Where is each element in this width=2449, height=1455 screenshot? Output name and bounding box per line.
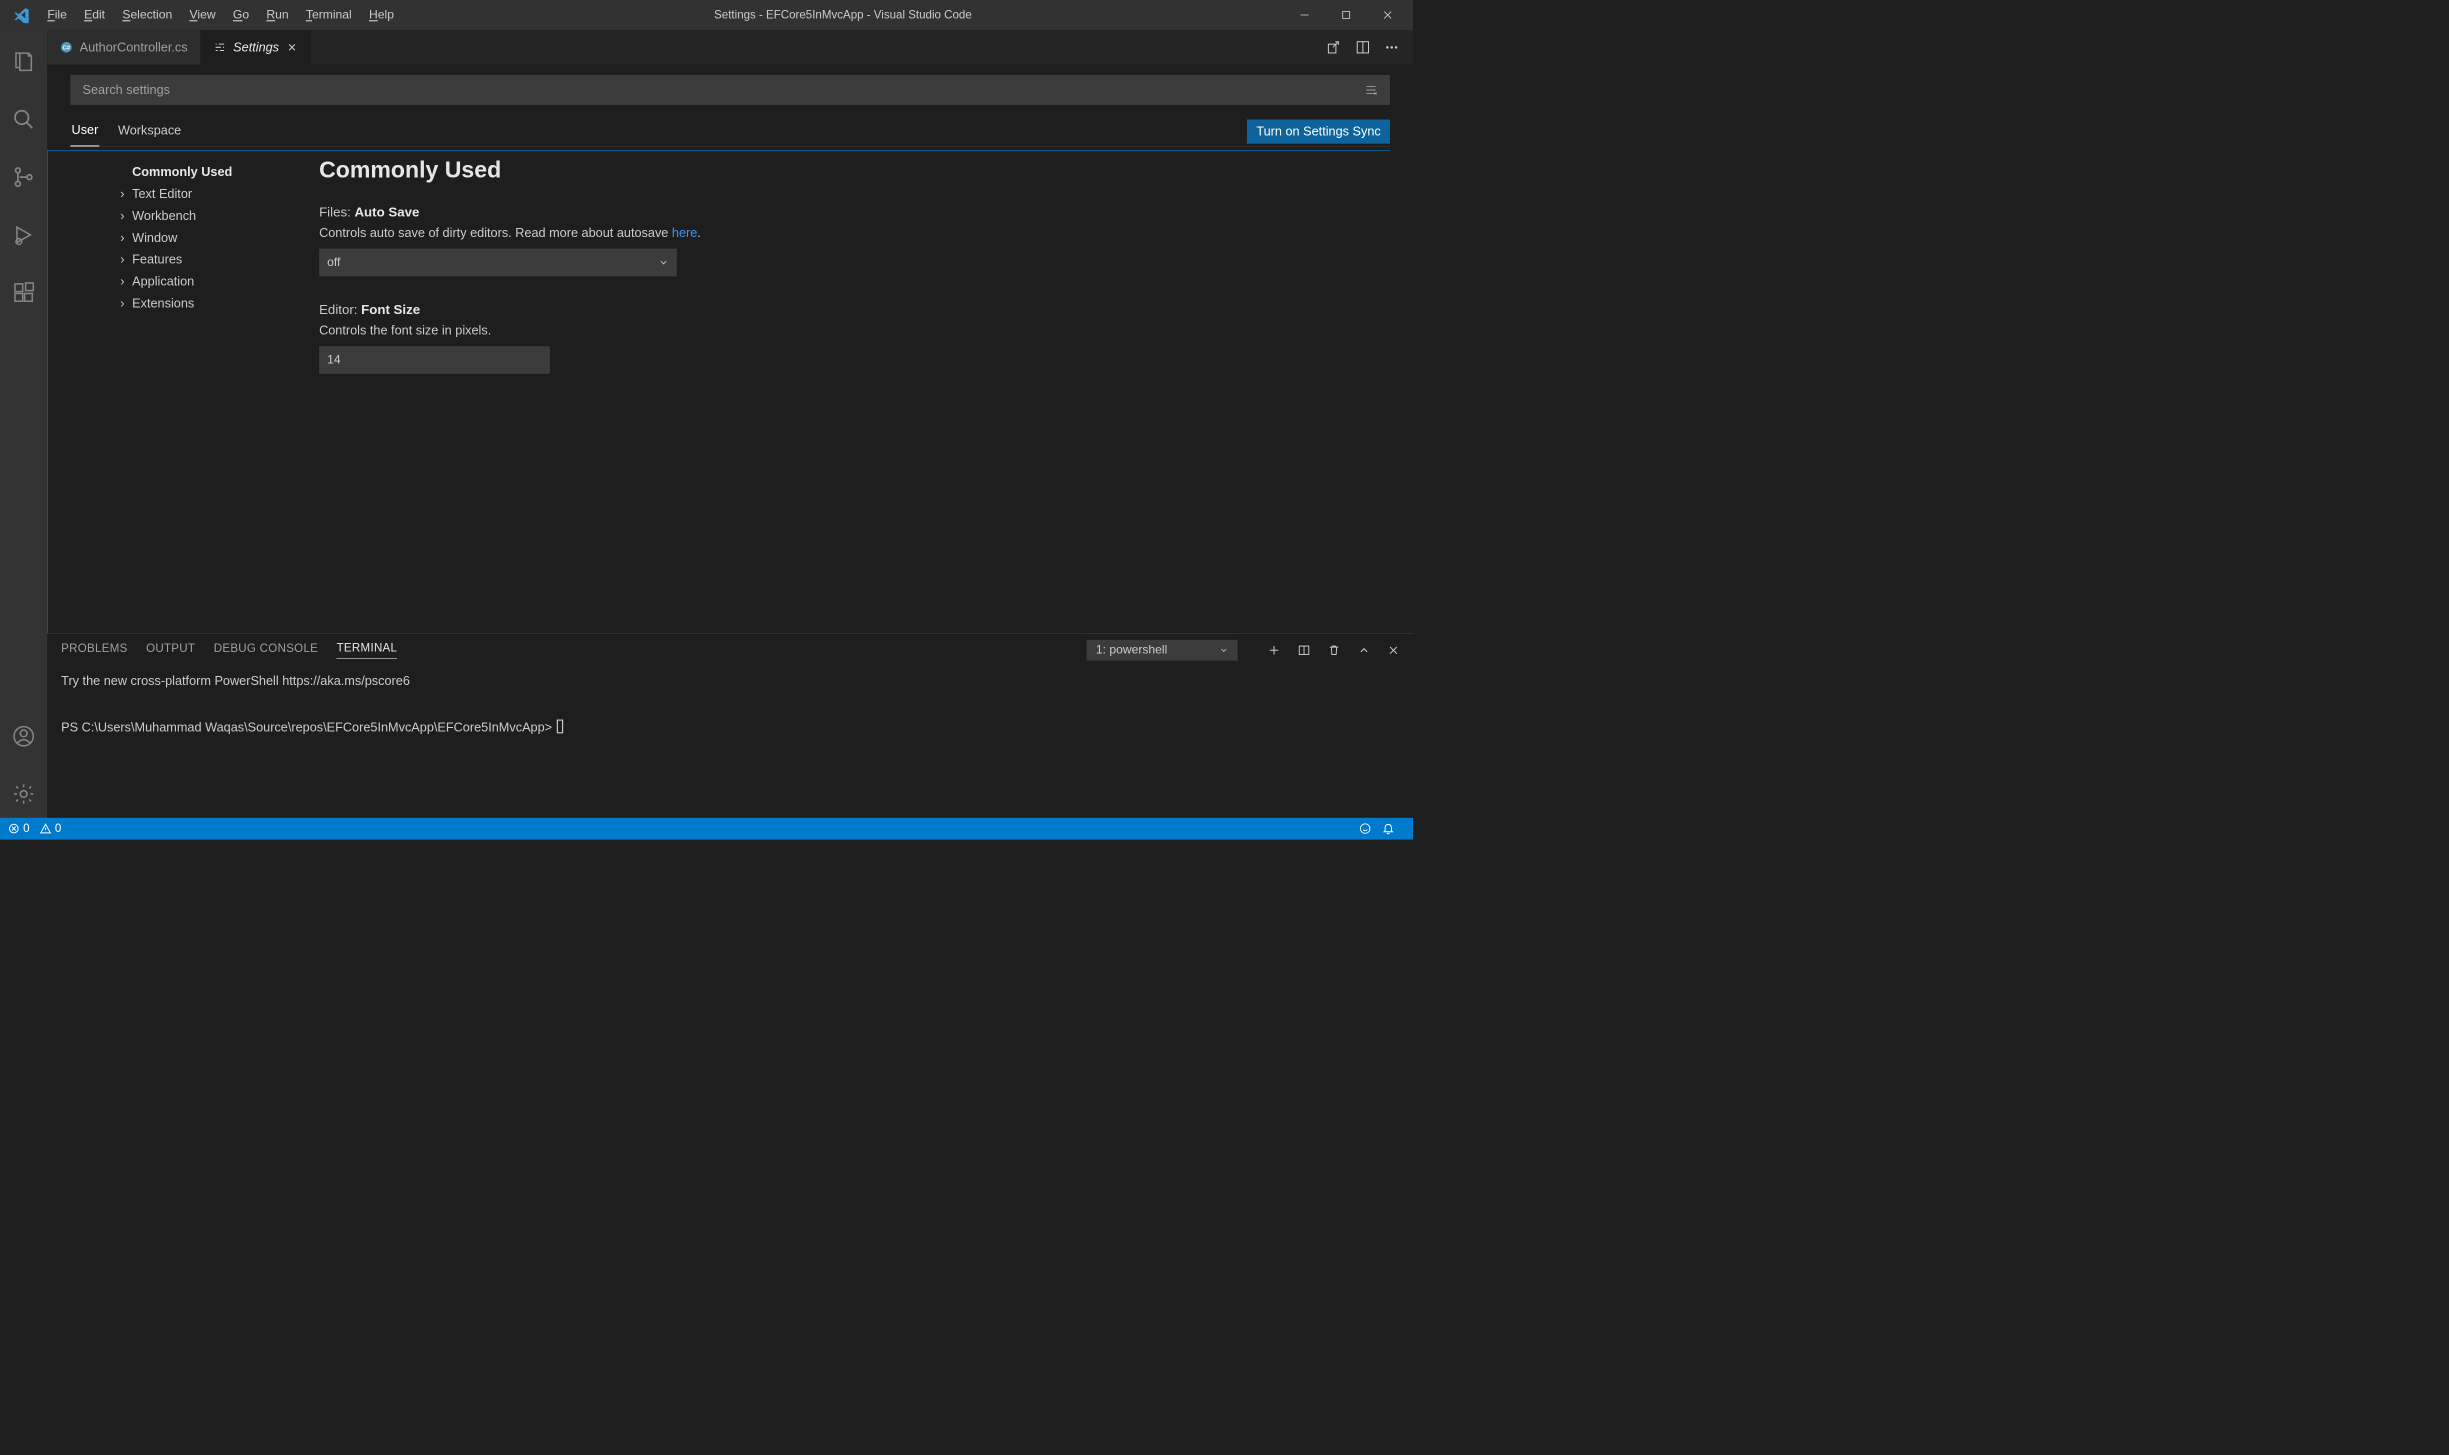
app-logo-icon bbox=[14, 7, 30, 23]
fontsize-input[interactable] bbox=[319, 346, 550, 374]
kill-terminal-icon[interactable] bbox=[1328, 644, 1341, 657]
toc-extensions[interactable]: ›Extensions bbox=[117, 293, 307, 315]
more-actions-icon[interactable] bbox=[1384, 40, 1399, 55]
setting-editor-fontsize: Editor: Font Size Controls the font size… bbox=[319, 302, 1367, 374]
chevron-right-icon: › bbox=[117, 208, 127, 223]
account-icon[interactable] bbox=[0, 713, 47, 760]
setting-label: Editor: Font Size bbox=[319, 302, 1367, 318]
csharp-file-icon: C# bbox=[60, 41, 73, 54]
open-settings-json-icon[interactable] bbox=[1327, 40, 1342, 55]
chevron-right-icon: › bbox=[117, 186, 127, 201]
settings-search[interactable] bbox=[70, 75, 1390, 105]
tab-author-controller[interactable]: C# AuthorController.cs bbox=[47, 30, 201, 65]
panel: PROBLEMS OUTPUT DEBUG CONSOLE TERMINAL 1… bbox=[47, 633, 1413, 818]
settings-search-input[interactable] bbox=[83, 83, 1365, 98]
toc-window[interactable]: ›Window bbox=[117, 227, 307, 249]
tab-label: Settings bbox=[233, 40, 279, 55]
autosave-select[interactable]: off bbox=[319, 249, 677, 277]
settings-toc: Commonly Used ›Text Editor ›Workbench ›W… bbox=[48, 151, 308, 633]
chevron-down-icon bbox=[1219, 646, 1228, 655]
autosave-help-link[interactable]: here bbox=[672, 226, 697, 240]
status-errors[interactable]: 0 bbox=[8, 822, 29, 835]
title-bar: File Edit Selection View Go Run Terminal… bbox=[0, 0, 1413, 30]
settings-editor: User Workspace Turn on Settings Sync Com… bbox=[47, 65, 1413, 633]
settings-scope-tabs: User Workspace Turn on Settings Sync bbox=[70, 117, 1390, 147]
status-warnings[interactable]: 0 bbox=[40, 822, 61, 835]
svg-text:C#: C# bbox=[63, 45, 71, 51]
menu-go[interactable]: Go bbox=[225, 5, 257, 26]
menu-terminal[interactable]: Terminal bbox=[298, 5, 360, 26]
menu-edit[interactable]: Edit bbox=[76, 5, 113, 26]
settings-gear-icon[interactable] bbox=[0, 770, 47, 817]
maximize-button[interactable] bbox=[1325, 0, 1367, 30]
chevron-right-icon: › bbox=[117, 230, 127, 245]
source-control-icon[interactable] bbox=[0, 153, 47, 200]
menu-selection[interactable]: Selection bbox=[114, 5, 180, 26]
autosave-select-value: off bbox=[327, 256, 340, 270]
chevron-right-icon: › bbox=[117, 274, 127, 289]
settings-content: Commonly Used Files: Auto Save Controls … bbox=[308, 151, 1390, 633]
toc-workbench[interactable]: ›Workbench bbox=[117, 205, 307, 227]
status-bar: 0 0 bbox=[0, 818, 1413, 840]
terminal-content[interactable]: Try the new cross-platform PowerShell ht… bbox=[47, 667, 1413, 818]
scope-workspace-tab[interactable]: Workspace bbox=[117, 117, 183, 146]
close-tab-icon[interactable] bbox=[286, 42, 298, 54]
scope-user-tab[interactable]: User bbox=[70, 117, 99, 147]
toc-text-editor[interactable]: ›Text Editor bbox=[117, 183, 307, 205]
minimize-button[interactable] bbox=[1284, 0, 1326, 30]
editor-tabs: C# AuthorController.cs Settings bbox=[47, 30, 1413, 65]
toc-features[interactable]: ›Features bbox=[117, 249, 307, 271]
close-button[interactable] bbox=[1367, 0, 1409, 30]
panel-tab-problems[interactable]: PROBLEMS bbox=[61, 642, 127, 659]
maximize-panel-icon[interactable] bbox=[1358, 644, 1371, 657]
terminal-select[interactable]: 1: powershell bbox=[1087, 640, 1238, 661]
window-title: Settings - EFCore5InMvcApp - Visual Stud… bbox=[402, 8, 1284, 21]
split-terminal-icon[interactable] bbox=[1298, 644, 1311, 657]
status-bell-icon[interactable] bbox=[1382, 822, 1395, 835]
chevron-right-icon: › bbox=[117, 252, 127, 267]
menu-view[interactable]: View bbox=[181, 5, 223, 26]
extensions-icon[interactable] bbox=[0, 269, 47, 316]
menu-file[interactable]: File bbox=[39, 5, 75, 26]
toc-commonly-used[interactable]: Commonly Used bbox=[117, 161, 307, 183]
settings-sync-button[interactable]: Turn on Settings Sync bbox=[1247, 119, 1390, 143]
tab-label: AuthorController.cs bbox=[80, 40, 188, 55]
search-icon[interactable] bbox=[0, 96, 47, 143]
terminal-cursor bbox=[557, 720, 563, 734]
tab-settings[interactable]: Settings bbox=[201, 30, 311, 65]
menu-bar: File Edit Selection View Go Run Terminal… bbox=[39, 5, 402, 26]
new-terminal-icon[interactable] bbox=[1268, 644, 1281, 657]
settings-list-icon bbox=[214, 41, 227, 54]
filter-icon[interactable] bbox=[1364, 83, 1378, 97]
editor-actions bbox=[1327, 30, 1414, 65]
status-feedback-icon[interactable] bbox=[1359, 822, 1372, 835]
chevron-right-icon: › bbox=[117, 296, 127, 311]
run-debug-icon[interactable] bbox=[0, 211, 47, 258]
setting-files-autosave: Files: Auto Save Controls auto save of d… bbox=[319, 204, 1367, 276]
close-panel-icon[interactable] bbox=[1388, 645, 1400, 657]
chevron-down-icon bbox=[658, 257, 668, 267]
explorer-icon[interactable] bbox=[0, 38, 47, 85]
setting-label: Files: Auto Save bbox=[319, 204, 1367, 220]
setting-description: Controls auto save of dirty editors. Rea… bbox=[319, 226, 1367, 241]
toc-application[interactable]: ›Application bbox=[117, 271, 307, 293]
panel-tab-terminal[interactable]: TERMINAL bbox=[337, 642, 398, 659]
split-editor-icon[interactable] bbox=[1355, 40, 1370, 55]
menu-run[interactable]: Run bbox=[258, 5, 296, 26]
panel-tab-debug[interactable]: DEBUG CONSOLE bbox=[214, 642, 318, 659]
panel-tabs: PROBLEMS OUTPUT DEBUG CONSOLE TERMINAL 1… bbox=[47, 634, 1413, 667]
section-title: Commonly Used bbox=[319, 158, 1367, 184]
activity-bar bbox=[0, 30, 47, 818]
menu-help[interactable]: Help bbox=[361, 5, 402, 26]
editor-area: C# AuthorController.cs Settings bbox=[47, 30, 1413, 818]
setting-description: Controls the font size in pixels. bbox=[319, 323, 1367, 338]
panel-tab-output[interactable]: OUTPUT bbox=[146, 642, 195, 659]
window-controls bbox=[1284, 0, 1409, 30]
